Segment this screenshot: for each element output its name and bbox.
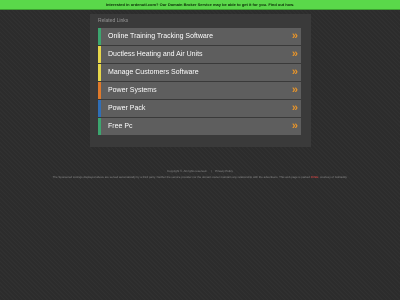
- related-link-power-pack[interactable]: Power Pack »: [98, 100, 301, 117]
- footer-parked-line: The Sponsored Listings displayed above a…: [10, 175, 390, 179]
- chevron-right-icon: »: [291, 66, 298, 78]
- chevron-right-icon: »: [291, 102, 298, 114]
- parked-free-link[interactable]: FREE: [311, 175, 319, 179]
- find-out-how-link[interactable]: Find out how.: [268, 2, 294, 7]
- chevron-right-icon: »: [291, 30, 298, 42]
- related-link-label: Free Pc: [108, 123, 133, 130]
- chevron-right-icon: »: [291, 120, 298, 132]
- related-link-label: Ductless Heating and Air Units: [108, 51, 203, 58]
- related-link-label: Online Training Tracking Software: [108, 33, 214, 40]
- footer-separator: |: [210, 169, 212, 173]
- related-links-panel: Related Links Online Training Tracking S…: [90, 14, 311, 147]
- related-link-label: Power Pack: [108, 105, 146, 112]
- banner-text: Interested in ordenutl.com? Our Domain B…: [105, 2, 268, 7]
- privacy-policy-link[interactable]: Privacy Policy: [215, 169, 233, 173]
- parked-suffix-text: , courtesy of GoDaddy.: [318, 175, 348, 179]
- footer-copyright-line: Copyright ©. All rights reserved. | Priv…: [10, 169, 390, 173]
- related-link-ductless-heating[interactable]: Ductless Heating and Air Units »: [98, 46, 301, 63]
- related-link-label: Power Systems: [108, 87, 157, 94]
- related-links-title: Related Links: [98, 18, 129, 24]
- copyright-text: Copyright ©. All rights reserved.: [167, 169, 208, 173]
- chevron-right-icon: »: [291, 84, 298, 96]
- related-link-manage-customers[interactable]: Manage Customers Software »: [98, 64, 301, 81]
- related-link-free-pc[interactable]: Free Pc »: [98, 118, 301, 135]
- related-link-label: Manage Customers Software: [108, 69, 199, 76]
- chevron-right-icon: »: [291, 48, 298, 60]
- related-link-online-training[interactable]: Online Training Tracking Software »: [98, 28, 301, 45]
- parked-prefix-text: The Sponsored Listings displayed above a…: [52, 175, 310, 179]
- top-banner: Interested in ordenutl.com? Our Domain B…: [0, 0, 400, 10]
- related-link-power-systems[interactable]: Power Systems »: [98, 82, 301, 99]
